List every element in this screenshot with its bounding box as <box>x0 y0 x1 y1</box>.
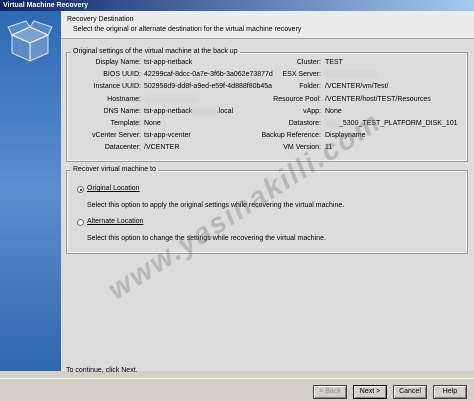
original-settings-title: Original settings of the virtual machine… <box>71 48 240 55</box>
original-location-label[interactable]: Original Location <box>87 185 140 192</box>
wizard-content: Recovery Destination Select the original… <box>61 11 474 371</box>
wizard-button-bar: < Back Next > Cancel Help <box>0 378 474 401</box>
template-label: Template: <box>110 120 141 127</box>
page-subtitle: Select the original or alternate destina… <box>73 26 302 33</box>
box-icon <box>7 20 53 62</box>
display-name-label: Display Name: <box>95 59 141 66</box>
vm-version-value: 11 <box>325 144 333 151</box>
resource-pool-value: /VCENTER/host/TEST/Resources <box>325 96 431 103</box>
vcenter-server-label: vCenter Server: <box>91 132 141 139</box>
vapp-value: None <box>325 108 342 115</box>
dns-name-label: DNS Name: <box>103 108 141 115</box>
datacenter-label: Datacenter: <box>104 144 141 151</box>
original-location-radio[interactable] <box>77 186 84 193</box>
hostname-value: xxxxxxxxxxxxxxx <box>144 96 197 103</box>
display-name-value: tst-app-netback <box>144 59 193 66</box>
page-header: Recovery Destination Select the original… <box>61 11 474 39</box>
folder-label: Folder: <box>299 83 321 90</box>
vcenter-server-value: tst-app-vcenter <box>144 132 191 139</box>
cluster-label: Cluster: <box>296 59 321 66</box>
datacenter-value: /VCENTER <box>144 144 180 151</box>
hostname-label: Hostname: <box>107 96 141 103</box>
cluster-value: TEST <box>325 59 343 66</box>
continue-hint: To continue, click Next. <box>66 367 138 374</box>
original-location-description: Select this option to apply the original… <box>87 202 345 209</box>
bios-uuid-label: BIOS UUID: <box>103 71 141 78</box>
esx-server-value: xxxxxxxxxxxxxxx <box>325 71 378 78</box>
cancel-button[interactable]: Cancel <box>393 385 427 399</box>
page-title: Recovery Destination <box>67 16 134 23</box>
alternate-location-radio[interactable] <box>77 219 84 226</box>
backup-reference-label: Backup Reference: <box>261 132 321 139</box>
vm-version-label: VM Version: <box>283 144 321 151</box>
help-button[interactable]: Help <box>433 385 467 399</box>
recover-to-group: Recover virtual machine to Original Loca… <box>66 166 468 254</box>
settings-grid: Display Name: tst-app-netback BIOS UUID:… <box>71 59 463 159</box>
backup-reference-value: Displayname <box>325 132 366 139</box>
resource-pool-label: Resource Pool: <box>273 96 321 103</box>
esx-server-label: ESX Server: <box>282 71 321 78</box>
datastore-label: Datastore: <box>288 120 321 127</box>
alternate-location-label[interactable]: Alternate Location <box>87 218 143 225</box>
vapp-label: vApp: <box>303 108 321 115</box>
next-button[interactable]: Next > <box>353 385 387 399</box>
folder-value: /VCENTER/vm/Test/ <box>325 83 389 90</box>
original-settings-group: Original settings of the virtual machine… <box>66 48 468 162</box>
window-title: Virtual Machine Recovery <box>3 2 89 9</box>
window-titlebar: Virtual Machine Recovery <box>0 0 474 11</box>
template-value: None <box>144 120 161 127</box>
alternate-location-description: Select this option to change the setting… <box>87 235 326 242</box>
instance-uuid-label: Instance UUID: <box>93 83 141 90</box>
recover-to-title: Recover virtual machine to <box>71 166 158 173</box>
datastore-value: xxxx_5300_TEST_PLATFORM_DISK_101 <box>325 120 458 127</box>
back-button[interactable]: < Back <box>313 385 347 399</box>
